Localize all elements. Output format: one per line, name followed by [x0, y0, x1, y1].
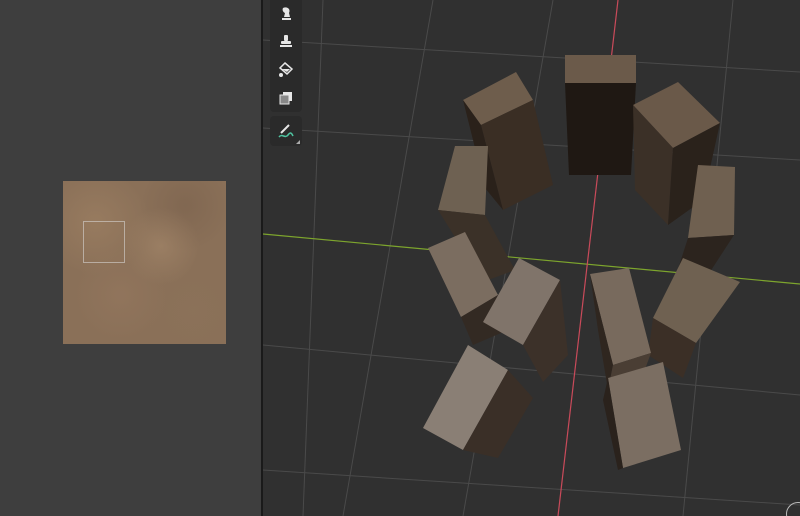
block [423, 345, 533, 458]
tool-group [270, 0, 302, 112]
fill-tool-button[interactable] [270, 56, 302, 84]
block-ring [423, 55, 740, 470]
floor-grid [263, 0, 800, 516]
paint-toolbar [270, 0, 302, 146]
texture-preview[interactable] [63, 181, 226, 344]
smear-icon [282, 7, 291, 20]
annotate-tool-button[interactable] [270, 116, 302, 146]
clone-tool-button[interactable] [270, 28, 302, 56]
tool-options-indicator [296, 140, 300, 144]
annotate-pen-icon [278, 124, 294, 138]
viewport-scene [263, 0, 800, 516]
stamp-icon [280, 35, 292, 47]
brush-region-indicator [83, 221, 125, 263]
block [565, 55, 636, 175]
smear-tool-button[interactable] [270, 0, 302, 28]
texture-editor-panel[interactable] [0, 0, 261, 516]
mask-icon [279, 92, 292, 105]
3d-viewport[interactable] [263, 0, 800, 516]
paint-bucket-icon [278, 61, 294, 77]
block [603, 362, 681, 470]
mask-tool-button[interactable] [270, 84, 302, 112]
block [648, 258, 740, 378]
